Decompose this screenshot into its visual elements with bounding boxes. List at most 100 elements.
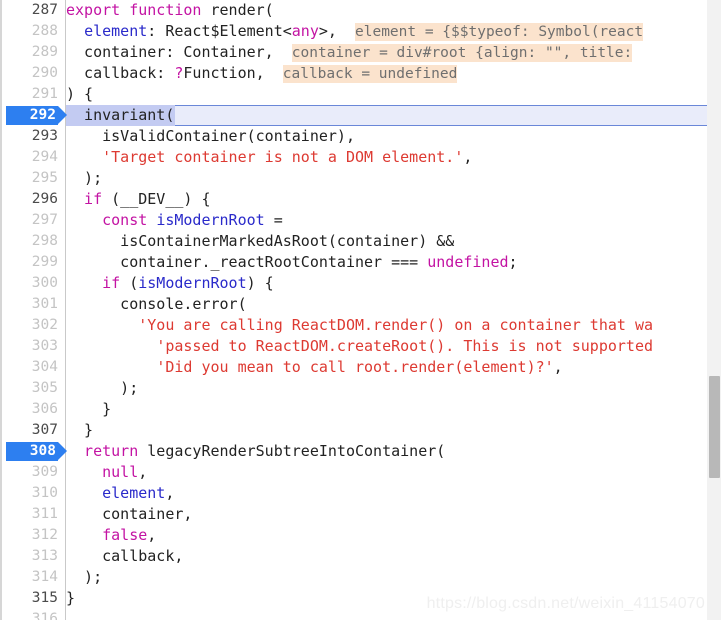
line-number: 294 bbox=[31, 149, 58, 165]
code-token: Function, bbox=[183, 64, 283, 82]
inline-debug-hint[interactable]: callback = undefined bbox=[282, 65, 458, 83]
code-line[interactable]: 307 } bbox=[0, 420, 721, 441]
code-text[interactable]: ); bbox=[66, 168, 102, 189]
code-editor-debugger-view[interactable]: 287 export function render(288 element: R… bbox=[0, 0, 721, 620]
line-number: 298 bbox=[31, 233, 58, 249]
code-text[interactable]: console.error( bbox=[66, 294, 247, 315]
inline-debug-hint[interactable]: element = {$$typeof: Symbol(react bbox=[355, 23, 644, 41]
code-text[interactable]: container: Container, container = div#ro… bbox=[66, 42, 633, 64]
line-number: 303 bbox=[31, 338, 58, 354]
code-token: 'You are calling ReactDOM.render() on a … bbox=[138, 316, 654, 334]
code-token: (__DEV__) { bbox=[102, 190, 211, 208]
code-text[interactable]: null, bbox=[66, 462, 147, 483]
code-line[interactable]: 290 callback: ?Function, callback = unde… bbox=[0, 63, 721, 84]
code-token: , bbox=[165, 484, 175, 502]
breakpoint-marker[interactable]: 308 bbox=[6, 442, 67, 461]
code-text[interactable]: 'You are calling ReactDOM.render() on a … bbox=[66, 315, 653, 336]
code-token: isValidContainer(container), bbox=[66, 127, 355, 145]
code-text[interactable]: invariant( bbox=[66, 105, 176, 126]
line-number: 296 bbox=[31, 191, 58, 207]
code-text[interactable]: } bbox=[66, 588, 75, 609]
code-line[interactable]: 299 container._reactRootContainer === un… bbox=[0, 252, 721, 273]
vertical-scrollbar-thumb[interactable] bbox=[709, 376, 720, 478]
code-text[interactable]: if (__DEV__) { bbox=[66, 189, 211, 210]
code-text[interactable]: ); bbox=[66, 567, 102, 588]
code-token: invariant( bbox=[66, 106, 175, 124]
code-line[interactable]: 304 'Did you mean to call root.render(el… bbox=[0, 357, 721, 378]
code-token: : React$Element< bbox=[147, 22, 292, 40]
code-text[interactable]: 'Target container is not a DOM element.'… bbox=[66, 147, 472, 168]
code-text[interactable]: callback: ?Function, callback = undefine… bbox=[66, 63, 458, 85]
code-token: render( bbox=[201, 1, 274, 19]
code-line[interactable]: 298 isContainerMarkedAsRoot(container) &… bbox=[0, 231, 721, 252]
code-text[interactable]: return legacyRenderSubtreeIntoContainer( bbox=[66, 441, 445, 462]
code-line[interactable]: 303 'passed to ReactDOM.createRoot(). Th… bbox=[0, 336, 721, 357]
execution-pointer-marker[interactable]: 292 bbox=[6, 106, 67, 125]
code-line[interactable]: 310 element, bbox=[0, 483, 721, 504]
code-text[interactable]: isContainerMarkedAsRoot(container) && bbox=[66, 231, 454, 252]
code-line[interactable]: 297 const isModernRoot = bbox=[0, 210, 721, 231]
code-line[interactable]: 308 return legacyRenderSubtreeIntoContai… bbox=[0, 441, 721, 462]
code-token: } bbox=[66, 589, 76, 607]
code-token: = bbox=[264, 211, 283, 229]
code-text[interactable]: false, bbox=[66, 525, 156, 546]
code-line[interactable]: 313 callback, bbox=[0, 546, 721, 567]
code-line[interactable]: 301 console.error( bbox=[0, 294, 721, 315]
code-line[interactable]: 309 null, bbox=[0, 462, 721, 483]
code-text[interactable]: ); bbox=[66, 378, 138, 399]
code-text[interactable]: 'passed to ReactDOM.createRoot(). This i… bbox=[66, 336, 653, 357]
code-line[interactable]: 292 invariant( bbox=[0, 105, 721, 126]
code-line[interactable]: 306 } bbox=[0, 399, 721, 420]
code-token: , bbox=[463, 148, 473, 166]
code-line[interactable]: 291) { bbox=[0, 84, 721, 105]
code-line[interactable]: 302 'You are calling ReactDOM.render() o… bbox=[0, 315, 721, 336]
code-text[interactable]: const isModernRoot = bbox=[66, 210, 283, 231]
code-token: console.error( bbox=[66, 295, 247, 313]
code-text[interactable]: } bbox=[66, 399, 111, 420]
code-text[interactable]: element, bbox=[66, 483, 174, 504]
code-text[interactable]: container, bbox=[66, 504, 192, 525]
watermark-text: https://blog.csdn.net/weixin_41154070 bbox=[426, 595, 705, 612]
code-token: container: Container, bbox=[66, 43, 292, 61]
code-text[interactable]: callback, bbox=[66, 546, 183, 567]
code-token: element bbox=[84, 22, 148, 40]
vertical-scrollbar-track[interactable] bbox=[707, 0, 721, 620]
code-text[interactable]: element: React$Element<any>, element = {… bbox=[66, 21, 644, 43]
code-line[interactable]: 293 isValidContainer(container), bbox=[0, 126, 721, 147]
code-text[interactable]: export function render( bbox=[66, 0, 274, 21]
marker-arrow-icon bbox=[58, 442, 67, 460]
code-lines-container[interactable]: 287 export function render(288 element: R… bbox=[0, 0, 721, 620]
inline-debug-hint[interactable]: container = div#root {align: "", title: bbox=[291, 44, 633, 62]
code-token: isModernRoot bbox=[156, 211, 265, 229]
code-line[interactable]: 311 container, bbox=[0, 504, 721, 525]
line-number: 287 bbox=[31, 2, 58, 18]
code-line[interactable]: 312 false, bbox=[0, 525, 721, 546]
code-text[interactable]: if (isModernRoot) { bbox=[66, 273, 274, 294]
code-line[interactable]: 300 if (isModernRoot) { bbox=[0, 273, 721, 294]
code-line[interactable]: 296 if (__DEV__) { bbox=[0, 189, 721, 210]
code-token: ); bbox=[66, 379, 139, 397]
code-line[interactable]: 305 ); bbox=[0, 378, 721, 399]
code-line[interactable]: 287 export function render( bbox=[0, 0, 721, 21]
line-number: 301 bbox=[31, 296, 58, 312]
code-line[interactable]: 295 ); bbox=[0, 168, 721, 189]
code-text[interactable]: 'Did you mean to call root.render(elemen… bbox=[66, 357, 562, 378]
line-number: 311 bbox=[31, 506, 58, 522]
code-text[interactable]: isValidContainer(container), bbox=[66, 126, 355, 147]
code-token: ); bbox=[66, 169, 103, 187]
code-token: , bbox=[138, 463, 148, 481]
code-text[interactable]: container._reactRootContainer === undefi… bbox=[66, 252, 517, 273]
code-line[interactable]: 288 element: React$Element<any>, element… bbox=[0, 21, 721, 42]
code-text[interactable]: ) { bbox=[66, 84, 93, 105]
code-text[interactable]: } bbox=[66, 420, 93, 441]
code-token: ) { bbox=[66, 85, 94, 103]
code-line[interactable]: 289 container: Container, container = di… bbox=[0, 42, 721, 63]
code-token: callback: bbox=[66, 64, 175, 82]
code-line[interactable]: 294 'Target container is not a DOM eleme… bbox=[0, 147, 721, 168]
code-line[interactable]: 314 ); bbox=[0, 567, 721, 588]
